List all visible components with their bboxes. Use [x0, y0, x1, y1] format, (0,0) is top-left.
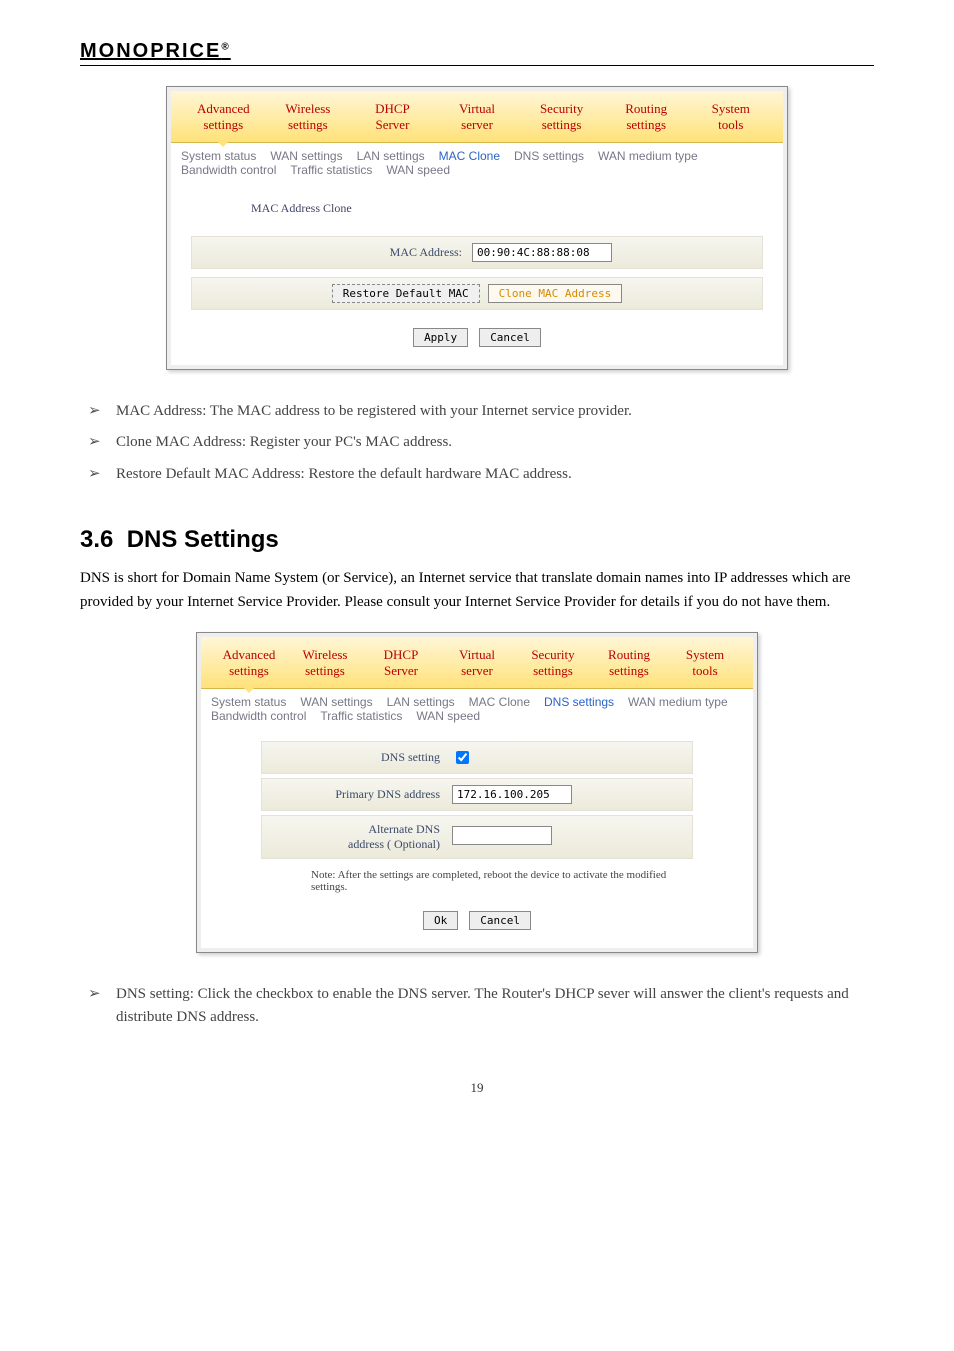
tab-wireless-settings-2[interactable]: Wireless settings — [287, 643, 363, 688]
subtab-system-status-2[interactable]: System status — [211, 695, 286, 709]
subtab-wan-settings[interactable]: WAN settings — [270, 149, 342, 163]
page-number: 19 — [80, 1080, 874, 1096]
tab-virtual-server-2[interactable]: Virtual server — [439, 643, 515, 688]
tab-security-settings[interactable]: Security settings — [519, 97, 604, 142]
dns-bullets: DNS setting: Click the checkbox to enabl… — [80, 983, 874, 1030]
cancel-button[interactable]: Cancel — [479, 328, 541, 347]
ok-button[interactable]: Ok — [423, 911, 458, 930]
mac-clone-bullets: MAC Address: The MAC address to be regis… — [80, 400, 874, 486]
subtab-bandwidth-control-2[interactable]: Bandwidth control — [211, 709, 306, 723]
tab-virtual-server[interactable]: Virtual server — [435, 97, 520, 142]
dns-note: Note: After the settings are completed, … — [311, 869, 693, 893]
tab-dhcp-server-2[interactable]: DHCP Server — [363, 643, 439, 688]
brand-text: MONOPRICE — [80, 40, 221, 62]
tab-dhcp-server[interactable]: DHCP Server — [350, 97, 435, 142]
subtab-dns-settings-2[interactable]: DNS settings — [544, 695, 614, 709]
sub-tabs: System status WAN settings LAN settings … — [171, 143, 783, 181]
bullet-dns-setting: DNS setting: Click the checkbox to enabl… — [80, 983, 874, 1030]
tab-system-tools-2[interactable]: System tools — [667, 643, 743, 688]
subtab-wan-medium-type-2[interactable]: WAN medium type — [628, 695, 728, 709]
dns-setting-row: DNS setting — [261, 741, 693, 774]
tab-advanced-settings-2[interactable]: Advanced settings — [211, 643, 287, 688]
subtab-dns-settings[interactable]: DNS settings — [514, 149, 584, 163]
section-para-dns: DNS is short for Domain Name System (or … — [80, 566, 874, 614]
screenshot-dns-settings: Advanced settings Wireless settings DHCP… — [196, 632, 758, 953]
dialog-buttons-2: Ok Cancel — [221, 911, 733, 930]
dns-setting-label: DNS setting — [270, 750, 452, 765]
bullet-restore-mac: Restore Default MAC Address: Restore the… — [80, 463, 874, 486]
alternate-dns-row: Alternate DNS address ( Optional) — [261, 815, 693, 859]
alternate-dns-label: Alternate DNS address ( Optional) — [270, 822, 452, 852]
mac-address-input[interactable] — [472, 243, 612, 262]
subtab-wan-speed[interactable]: WAN speed — [386, 163, 450, 177]
subtab-wan-settings-2[interactable]: WAN settings — [300, 695, 372, 709]
primary-dns-label: Primary DNS address — [270, 787, 452, 802]
tab-routing-settings[interactable]: Routing settings — [604, 97, 689, 142]
section-num: 3.6 — [80, 526, 113, 553]
tab-routing-settings-2[interactable]: Routing settings — [591, 643, 667, 688]
subtab-bandwidth-control[interactable]: Bandwidth control — [181, 163, 276, 177]
section-title-text: DNS Settings — [127, 526, 279, 553]
tab-security-settings-2[interactable]: Security settings — [515, 643, 591, 688]
screenshot-mac-clone: Advanced settings Wireless settings DHCP… — [166, 86, 788, 370]
alternate-dns-input[interactable] — [452, 826, 552, 845]
dialog-buttons: Apply Cancel — [191, 328, 763, 347]
subtab-mac-clone[interactable]: MAC Clone — [439, 149, 500, 163]
bullet-clone-mac: Clone MAC Address: Register your PC's MA… — [80, 431, 874, 454]
cancel-button-2[interactable]: Cancel — [469, 911, 531, 930]
subtab-wan-speed-2[interactable]: WAN speed — [416, 709, 480, 723]
subtab-lan-settings-2[interactable]: LAN settings — [387, 695, 455, 709]
subtab-traffic-statistics-2[interactable]: Traffic statistics — [320, 709, 402, 723]
main-tabs-2: Advanced settings Wireless settings DHCP… — [201, 637, 753, 689]
primary-dns-input[interactable] — [452, 785, 572, 804]
dns-setting-checkbox[interactable] — [456, 751, 469, 764]
main-tabs: Advanced settings Wireless settings DHCP… — [171, 91, 783, 143]
section-heading-dns: 3.6 DNS Settings — [80, 526, 874, 554]
tab-system-tools[interactable]: System tools — [688, 97, 773, 142]
subtab-traffic-statistics[interactable]: Traffic statistics — [290, 163, 372, 177]
apply-button[interactable]: Apply — [413, 328, 468, 347]
mac-address-label: MAC Address: — [292, 245, 472, 260]
mac-buttons-row: Restore Default MAC Clone MAC Address — [191, 277, 763, 310]
bullet-mac-address: MAC Address: The MAC address to be regis… — [80, 400, 874, 423]
section-title: MAC Address Clone — [251, 201, 763, 216]
subtab-wan-medium-type[interactable]: WAN medium type — [598, 149, 698, 163]
subtab-lan-settings[interactable]: LAN settings — [357, 149, 425, 163]
tab-advanced-settings[interactable]: Advanced settings — [181, 97, 266, 142]
clone-mac-address-button[interactable]: Clone MAC Address — [488, 284, 623, 303]
mac-address-row: MAC Address: — [191, 236, 763, 269]
brand-header: MONOPRICE® — [80, 40, 874, 66]
tab-wireless-settings[interactable]: Wireless settings — [266, 97, 351, 142]
subtab-mac-clone-2[interactable]: MAC Clone — [469, 695, 530, 709]
subtab-system-status[interactable]: System status — [181, 149, 256, 163]
brand-sup: ® — [221, 41, 230, 52]
primary-dns-row: Primary DNS address — [261, 778, 693, 811]
sub-tabs-2: System status WAN settings LAN settings … — [201, 689, 753, 727]
restore-default-mac-button[interactable]: Restore Default MAC — [332, 284, 480, 303]
